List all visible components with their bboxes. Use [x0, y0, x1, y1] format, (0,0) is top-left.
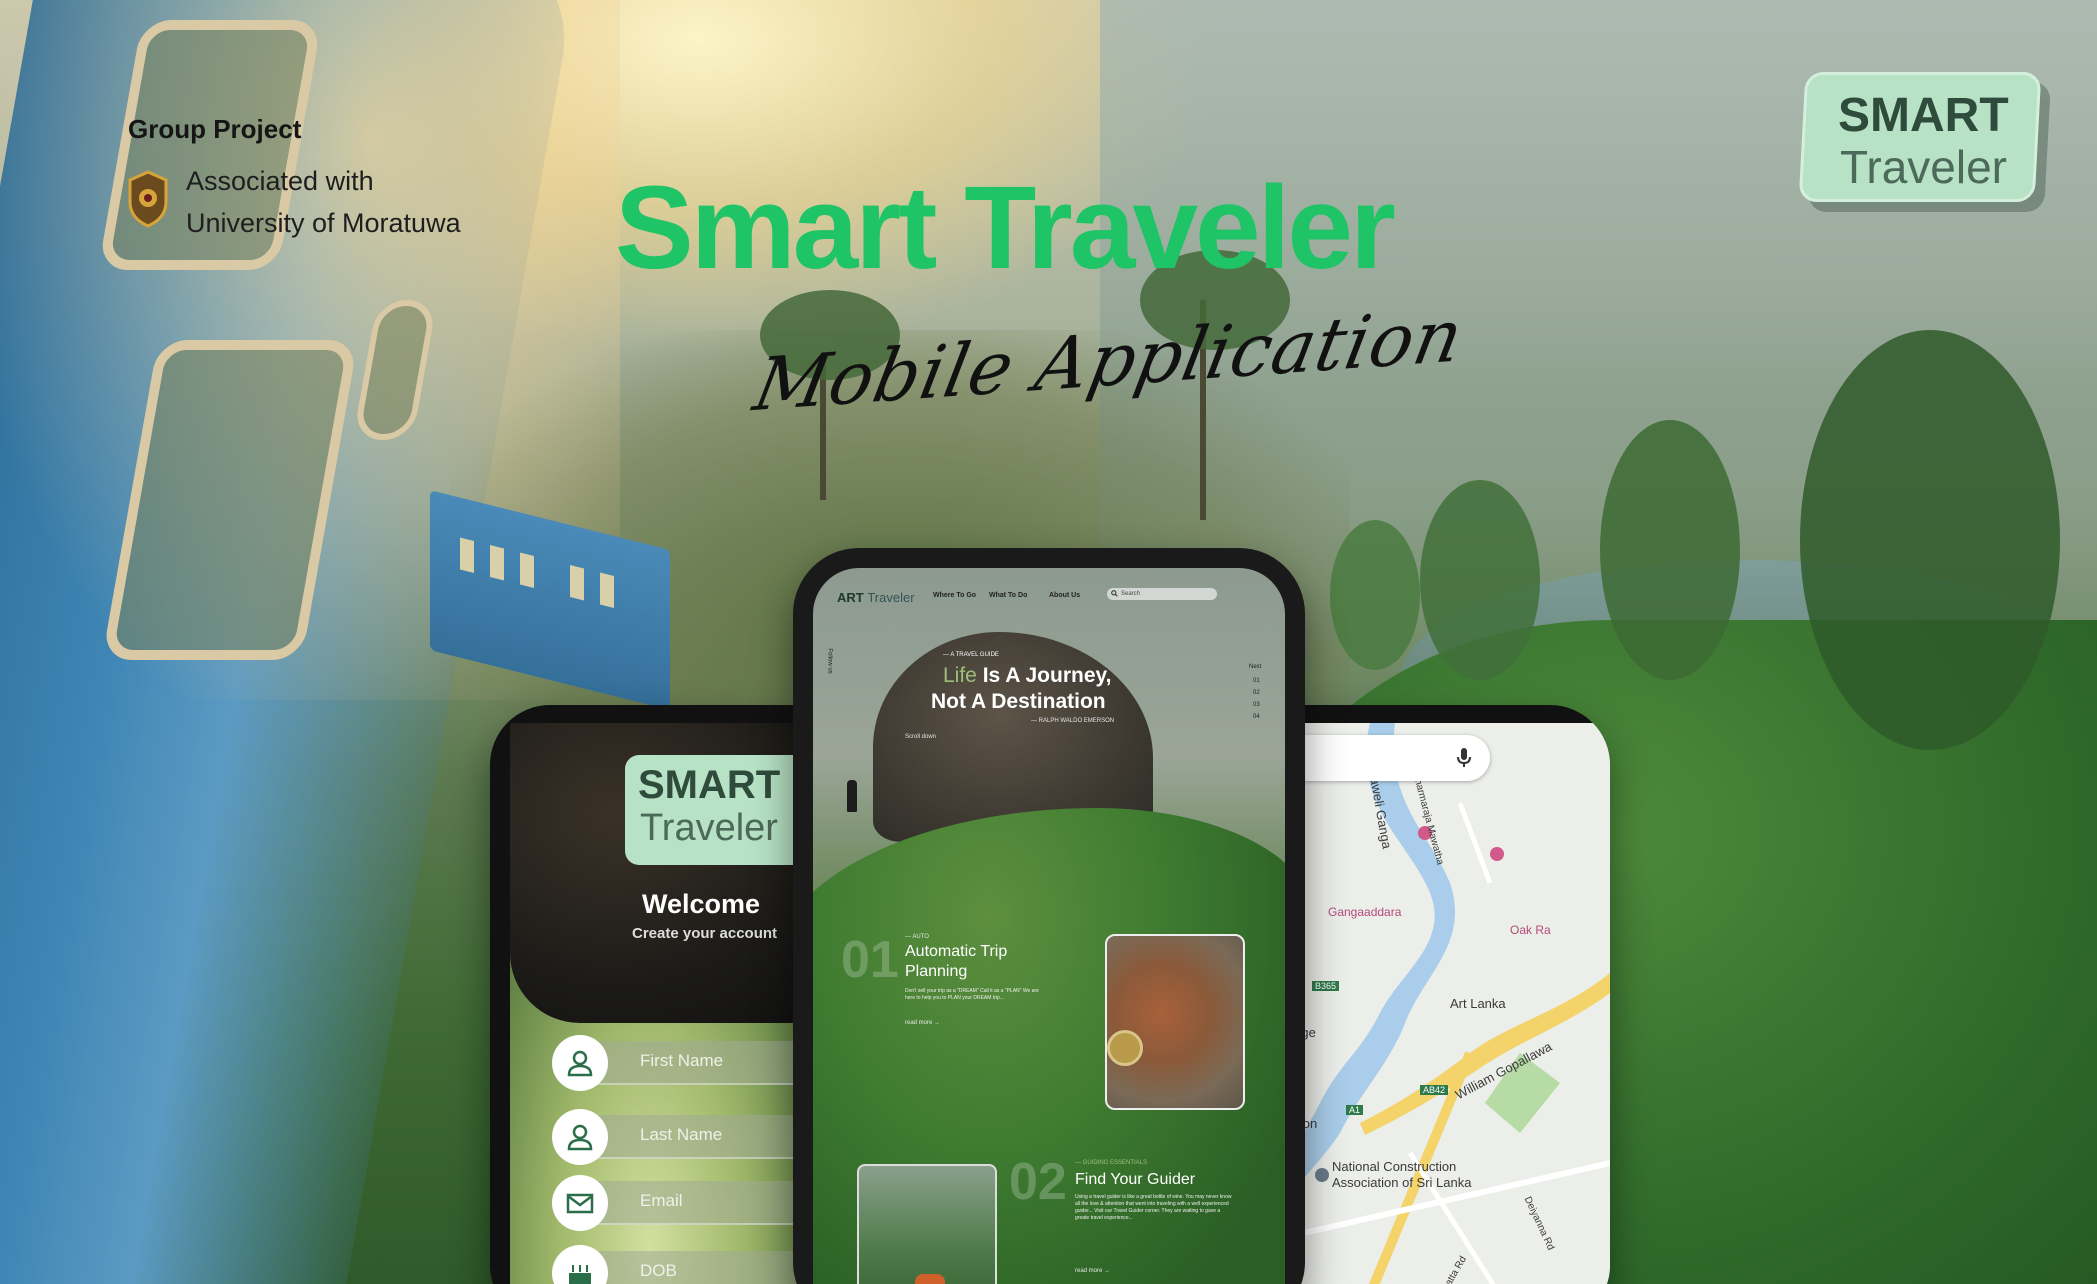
section-1-title-line2: Planning [905, 963, 968, 980]
train-window [490, 545, 504, 581]
tree [1420, 480, 1540, 680]
hero-life: Life [943, 664, 977, 687]
top-navigation: ART Traveler Where To Go What To Do Abou… [813, 568, 1285, 608]
map-route-b365: B365 [1312, 981, 1340, 991]
tree [1330, 520, 1420, 670]
compass-icon [1107, 1030, 1143, 1066]
app-logo-smart: SMART [638, 763, 781, 807]
first-name-label: First Name [640, 1051, 724, 1070]
logo-badge-traveler: Traveler [1840, 141, 2007, 193]
slide-next[interactable]: Next [1249, 664, 1261, 670]
create-account-text: Create your account [632, 925, 778, 942]
section-1-text: Don't sell your trip as a "DREAM" Call i… [905, 988, 1039, 1001]
page-title: Smart Traveler [615, 162, 1396, 294]
train-window [570, 564, 584, 601]
hero-quote-author: — RALPH WALDO EMERSON [1031, 718, 1115, 724]
university-crest-icon [128, 170, 168, 228]
hero-kicker: — A TRAVEL GUIDE [943, 652, 999, 658]
map-canvas [1260, 723, 1610, 1284]
hero-line-1: Life Is A Journey, [943, 664, 1111, 688]
slide-01[interactable]: 01 [1253, 678, 1260, 684]
slide-02[interactable]: 02 [1253, 690, 1260, 696]
hiker-backpack [915, 1274, 945, 1284]
follow-us-label: Follow us [826, 648, 833, 674]
section-2-text: Using a travel guider is like a great bo… [1075, 1194, 1232, 1221]
home-screen: ART Traveler Where To Go What To Do Abou… [813, 568, 1285, 1284]
section-2-read-more[interactable]: read more → [1075, 1268, 1110, 1274]
nav-brand-smart: ART [837, 590, 864, 605]
map-route-a1: A1 [1346, 1105, 1364, 1115]
map-label-nca-line1: National Construction [1332, 1159, 1457, 1174]
section-2-title: Find Your Guider [1075, 1171, 1196, 1188]
sri-lanka-map-image [1105, 934, 1245, 1110]
map-label-art-lanka: Art Lanka [1450, 996, 1506, 1011]
email-label: Email [640, 1191, 683, 1210]
hero-journey: Is A Journey, [982, 664, 1112, 687]
train-window [520, 552, 534, 589]
nav-what-to-do[interactable]: What To Do [989, 592, 1027, 599]
association-text: Associated with University of Moratuwa [186, 160, 461, 244]
nav-about-us[interactable]: About Us [1049, 592, 1080, 599]
hero-line-2: Not A Destination [931, 690, 1106, 713]
microphone-icon[interactable] [1456, 747, 1472, 769]
user-icon [552, 1035, 608, 1091]
place-pin-icon[interactable] [1315, 1168, 1329, 1182]
traveler-silhouette [847, 780, 857, 812]
slide-03[interactable]: 03 [1253, 702, 1260, 708]
map-poi-oak[interactable]: Oak Ra [1510, 923, 1551, 937]
section-number-02: 02 [1009, 1153, 1067, 1211]
guider-photo [857, 1164, 997, 1284]
section-1-read-more[interactable]: read more → [905, 1020, 940, 1026]
train-window [460, 537, 474, 574]
phone-home-screen: ART Traveler Where To Go What To Do Abou… [793, 548, 1305, 1284]
university-name: University of Moratuwa [186, 208, 461, 238]
tree [1800, 330, 2060, 750]
nav-search-input[interactable]: Search [1107, 588, 1217, 600]
nav-brand-traveler: Traveler [867, 590, 915, 605]
logo-badge-smart: SMART [1838, 89, 2009, 142]
train-window [600, 572, 614, 608]
map-poi-gangaaddara[interactable]: Gangaaddara [1328, 905, 1401, 919]
welcome-heading: Welcome [642, 889, 761, 919]
group-project-label: Group Project [128, 114, 302, 144]
associated-with-line: Associated with [186, 166, 374, 196]
nav-where-to-go[interactable]: Where To Go [933, 592, 976, 599]
nav-brand[interactable]: ART Traveler [837, 590, 915, 605]
section-1-title: Automatic Trip Planning [905, 942, 1007, 982]
section-2-kicker: — GUIDING ESSENTIALS [1075, 1160, 1148, 1166]
last-name-label: Last Name [640, 1125, 723, 1144]
section-1-title-line1: Automatic Trip [905, 943, 1008, 960]
dob-label: DOB [640, 1261, 677, 1280]
map-label-nca-line2: Association of Sri Lanka [1332, 1175, 1472, 1190]
nav-search-placeholder: Search [1121, 591, 1141, 597]
section-1-kicker: — AUTO [905, 934, 929, 940]
section-number-01: 01 [841, 931, 899, 989]
app-logo-traveler: Traveler [640, 807, 778, 849]
tree [1600, 420, 1740, 680]
slide-04[interactable]: 04 [1253, 714, 1260, 720]
map-screen[interactable]: Mahaweli Ganga Dharmaraja Mawatha Gangaa… [1260, 723, 1610, 1284]
search-icon [1111, 590, 1118, 597]
map-route-ab42: AB42 [1420, 1085, 1449, 1095]
hotel-pin-icon[interactable] [1490, 847, 1504, 861]
scroll-down-link[interactable]: Scroll down [905, 734, 936, 740]
user-icon [552, 1109, 608, 1165]
mail-icon [552, 1175, 608, 1231]
